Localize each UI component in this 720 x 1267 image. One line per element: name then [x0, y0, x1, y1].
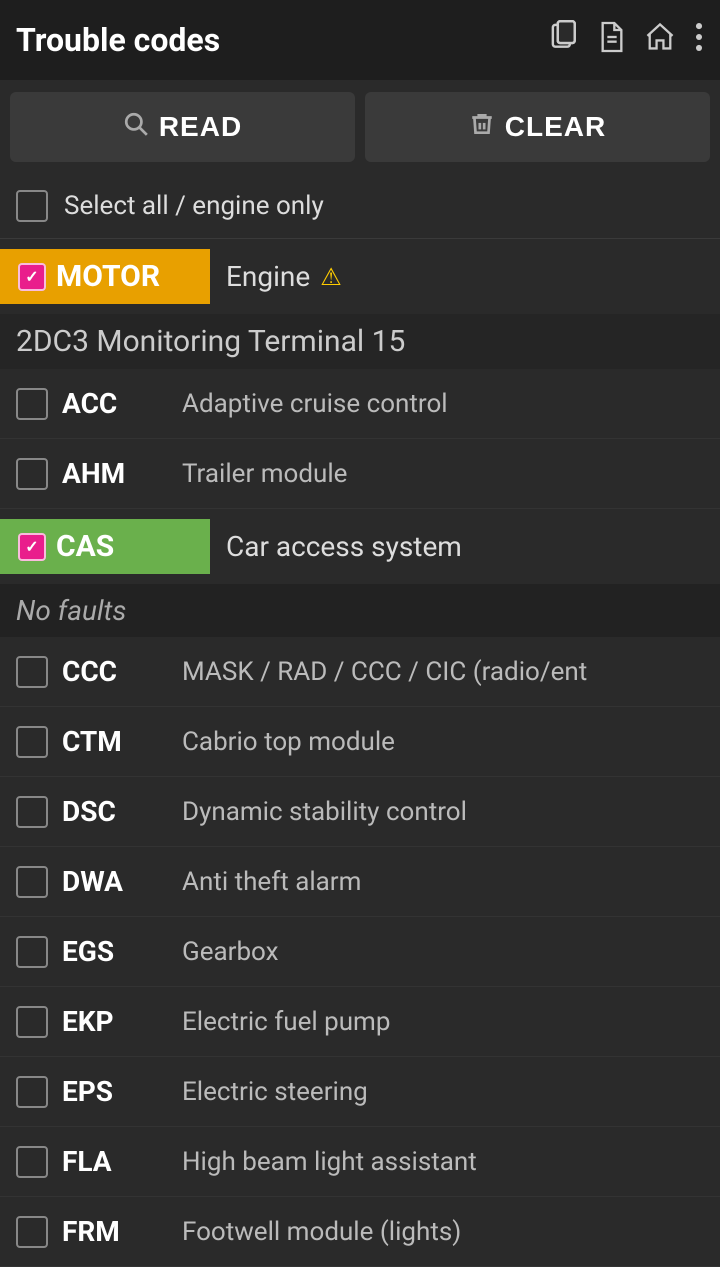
read-label: READ [159, 111, 242, 143]
warning-icon: ⚠ [320, 263, 342, 291]
read-button[interactable]: READ [10, 92, 355, 162]
list-item[interactable]: DWA Anti theft alarm [0, 847, 720, 917]
clear-button[interactable]: CLEAR [365, 92, 710, 162]
motor-module-row[interactable]: MOTOR Engine ⚠ [0, 239, 720, 314]
list-item[interactable]: FRM Footwell module (lights) [0, 1197, 720, 1267]
list-item[interactable]: EGS Gearbox [0, 917, 720, 987]
ctm-code: CTM [62, 725, 182, 758]
cas-description: Car access system [210, 520, 478, 573]
list-item[interactable]: DSC Dynamic stability control [0, 777, 720, 847]
list-item[interactable]: EKP Electric fuel pump [0, 987, 720, 1057]
select-all-row[interactable]: Select all / engine only [0, 174, 720, 239]
clear-label: CLEAR [505, 111, 606, 143]
cas-checkbox[interactable] [18, 533, 46, 561]
cas-label: CAS [56, 529, 114, 564]
cas-tag[interactable]: CAS [0, 519, 210, 574]
dwa-name: Anti theft alarm [182, 867, 704, 897]
page-title: Trouble codes [16, 21, 550, 59]
list-item[interactable]: EPS Electric steering [0, 1057, 720, 1127]
more-icon[interactable] [694, 20, 704, 61]
app-header: Trouble codes [0, 0, 720, 80]
dwa-code: DWA [62, 865, 182, 898]
list-item[interactable]: FLA High beam light assistant [0, 1127, 720, 1197]
ahm-code: AHM [62, 457, 182, 490]
section-title: 2DC3 Monitoring Terminal 15 [0, 314, 720, 369]
home-icon[interactable] [644, 20, 676, 61]
cas-module-row[interactable]: CAS Car access system [0, 509, 720, 584]
dsc-checkbox[interactable] [16, 796, 48, 828]
eps-checkbox[interactable] [16, 1076, 48, 1108]
trash-icon [469, 111, 495, 144]
motor-description: Engine ⚠ [210, 250, 358, 303]
ctm-checkbox[interactable] [16, 726, 48, 758]
dwa-checkbox[interactable] [16, 866, 48, 898]
acc-checkbox[interactable] [16, 388, 48, 420]
ccc-name: MASK / RAD / CCC / CIC (radio/ent [182, 657, 704, 687]
copy-icon[interactable] [550, 20, 580, 61]
ahm-checkbox[interactable] [16, 458, 48, 490]
motor-tag[interactable]: MOTOR [0, 249, 210, 304]
action-bar: READ CLEAR [0, 80, 720, 174]
egs-checkbox[interactable] [16, 936, 48, 968]
acc-name: Adaptive cruise control [182, 389, 704, 419]
select-all-label: Select all / engine only [64, 191, 324, 221]
fla-name: High beam light assistant [182, 1147, 704, 1177]
header-icons [550, 20, 704, 61]
egs-name: Gearbox [182, 937, 704, 967]
list-item[interactable]: CTM Cabrio top module [0, 707, 720, 777]
dsc-code: DSC [62, 795, 182, 828]
eps-name: Electric steering [182, 1077, 704, 1107]
list-item[interactable]: CCC MASK / RAD / CCC / CIC (radio/ent [0, 637, 720, 707]
motor-checkbox[interactable] [18, 263, 46, 291]
ekp-checkbox[interactable] [16, 1006, 48, 1038]
fla-code: FLA [62, 1145, 182, 1178]
file-icon[interactable] [598, 20, 626, 61]
ctm-name: Cabrio top module [182, 727, 704, 757]
acc-code: ACC [62, 387, 182, 420]
eps-code: EPS [62, 1075, 182, 1108]
ahm-name: Trailer module [182, 459, 704, 489]
no-faults-banner: No faults [0, 584, 720, 637]
ccc-code: CCC [62, 655, 182, 688]
dsc-name: Dynamic stability control [182, 797, 704, 827]
ekp-code: EKP [62, 1005, 182, 1038]
ccc-checkbox[interactable] [16, 656, 48, 688]
egs-code: EGS [62, 935, 182, 968]
fla-checkbox[interactable] [16, 1146, 48, 1178]
list-item[interactable]: ACC Adaptive cruise control [0, 369, 720, 439]
motor-label: MOTOR [56, 259, 160, 294]
list-item[interactable]: AHM Trailer module [0, 439, 720, 509]
select-all-checkbox[interactable] [16, 190, 48, 222]
search-icon [123, 111, 149, 144]
ekp-name: Electric fuel pump [182, 1007, 704, 1037]
